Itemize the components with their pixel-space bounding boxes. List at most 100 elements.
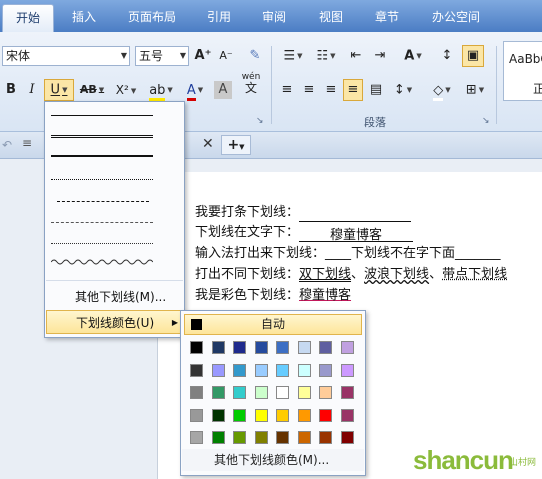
highlight-button[interactable]: ab ▼	[146, 79, 176, 101]
underline-color-item[interactable]: 下划线颜色(U) ▶	[46, 310, 183, 334]
sort-button[interactable]: ↕	[438, 45, 456, 67]
color-swatch[interactable]	[276, 431, 289, 444]
color-swatch[interactable]	[233, 341, 246, 354]
underline-option-dash-dot-dot[interactable]	[51, 236, 153, 252]
chevron-down-icon[interactable]: ▼	[99, 86, 104, 94]
superscript-button[interactable]: X² ▼	[110, 79, 142, 101]
doc-line-2[interactable]: 下划线在文字下： 穆童博客	[195, 224, 414, 243]
color-swatch[interactable]	[319, 431, 332, 444]
color-swatch[interactable]	[319, 363, 332, 377]
char-shading-button[interactable]: A	[214, 81, 232, 99]
color-swatch[interactable]	[276, 341, 289, 354]
color-swatch[interactable]	[233, 386, 246, 399]
color-swatch[interactable]	[340, 408, 354, 422]
doc-line-1[interactable]: 我要打条下划线：	[195, 204, 412, 222]
color-swatch[interactable]	[319, 386, 332, 399]
color-swatch[interactable]	[254, 386, 268, 399]
numbering-button[interactable]: ☷ ▼	[311, 45, 341, 67]
chevron-down-icon[interactable]: ▼	[180, 47, 186, 65]
bold-button[interactable]: B	[2, 79, 20, 101]
align-center-button[interactable]: ≡	[300, 79, 318, 101]
undo-icon[interactable]: ↶	[2, 138, 12, 152]
grow-font-button[interactable]: A⁺	[193, 45, 213, 67]
shading-button[interactable]: ◇ ▼	[427, 79, 457, 101]
color-swatch[interactable]	[254, 431, 268, 444]
automatic-color-button[interactable]: 自动	[184, 314, 362, 335]
chevron-down-icon[interactable]: ▼	[479, 86, 484, 94]
chevron-down-icon[interactable]: ▼	[198, 86, 203, 94]
color-swatch[interactable]	[211, 386, 225, 399]
color-swatch[interactable]	[340, 363, 354, 377]
increase-indent-button[interactable]: ⇥	[370, 45, 390, 67]
font-name-combo[interactable]: 宋体 ▼	[2, 46, 130, 66]
chevron-down-icon[interactable]: ▼	[330, 52, 335, 60]
strikethrough-button[interactable]: AB ▼	[78, 79, 106, 101]
new-tab-icon[interactable]: +▼	[221, 135, 251, 155]
color-swatch[interactable]	[211, 341, 225, 354]
underline-option-wavy[interactable]	[50, 256, 154, 266]
style-gallery[interactable]: AaBbC 正	[503, 41, 542, 101]
color-swatch[interactable]	[211, 363, 225, 377]
color-swatch[interactable]	[340, 341, 354, 354]
color-swatch[interactable]	[276, 363, 289, 377]
chevron-down-icon[interactable]: ▼	[167, 86, 172, 94]
clear-format-button[interactable]: ✎	[244, 45, 266, 67]
color-swatch[interactable]	[297, 363, 311, 377]
chevron-down-icon[interactable]: ▼	[445, 86, 450, 94]
chevron-down-icon[interactable]: ▼	[416, 52, 421, 60]
font-color-button[interactable]: A ▼	[180, 79, 210, 101]
color-swatch[interactable]	[319, 341, 332, 354]
tab-home[interactable]: 开始	[2, 4, 54, 32]
underline-option-single[interactable]	[51, 108, 153, 124]
tab-insert[interactable]: 插入	[64, 4, 104, 32]
paragraph-dialog-launcher-icon[interactable]: ↘	[482, 116, 490, 126]
doc-line-5[interactable]: 我是彩色下划线：穆童博客	[195, 287, 351, 305]
decrease-indent-button[interactable]: ⇤	[346, 45, 366, 67]
color-swatch[interactable]	[233, 431, 246, 444]
color-swatch[interactable]	[297, 408, 311, 422]
color-swatch[interactable]	[276, 408, 289, 422]
color-swatch[interactable]	[340, 386, 354, 399]
chevron-down-icon[interactable]: ▼	[131, 87, 136, 95]
align-left-button[interactable]: ≡	[278, 79, 296, 101]
font-size-combo[interactable]: 五号 ▼	[135, 46, 189, 66]
chevron-down-icon[interactable]: ▼	[121, 47, 127, 65]
color-swatch[interactable]	[340, 431, 354, 444]
color-swatch[interactable]	[254, 341, 268, 354]
color-swatch[interactable]	[254, 363, 268, 377]
more-underline-colors-item[interactable]: 其他下划线颜色(M)...	[182, 449, 364, 471]
bullets-button[interactable]: ☰ ▼	[278, 45, 308, 67]
color-swatch[interactable]	[190, 431, 203, 444]
phonetic-guide-button[interactable]: wén 文	[236, 72, 266, 94]
color-swatch[interactable]	[190, 408, 203, 422]
more-underlines-item[interactable]: 其他下划线(M)...	[46, 285, 183, 309]
chevron-down-icon[interactable]: ▼	[407, 86, 412, 94]
underline-option-dashed[interactable]	[51, 194, 153, 210]
line-spacing-button[interactable]: ↕ ▼	[389, 79, 417, 101]
font-dialog-launcher-icon[interactable]: ↘	[256, 116, 264, 126]
shrink-font-button[interactable]: A⁻	[216, 45, 236, 67]
underline-option-dotted[interactable]	[51, 172, 153, 188]
underline-button[interactable]: U ▼	[44, 79, 74, 101]
distributed-button[interactable]: ▤	[367, 79, 385, 101]
menu-icon[interactable]: ≡	[22, 136, 32, 150]
chevron-down-icon[interactable]: ▼	[297, 52, 302, 60]
borders-button[interactable]: ⊞ ▼	[460, 79, 490, 101]
align-right-button[interactable]: ≡	[322, 79, 340, 101]
color-swatch[interactable]	[233, 363, 246, 377]
close-icon[interactable]: ✕	[202, 136, 214, 152]
color-swatch[interactable]	[297, 431, 311, 444]
color-swatch[interactable]	[254, 408, 268, 422]
tab-office-space[interactable]: 办公空间	[424, 4, 488, 32]
tab-view[interactable]: 视图	[311, 4, 351, 32]
tab-page-layout[interactable]: 页面布局	[120, 4, 184, 32]
color-swatch[interactable]	[190, 386, 203, 399]
color-swatch[interactable]	[190, 363, 203, 377]
color-swatch[interactable]	[211, 431, 225, 444]
tab-references[interactable]: 引用	[199, 4, 239, 32]
color-swatch[interactable]	[276, 386, 289, 399]
underline-option-double[interactable]	[51, 128, 153, 144]
color-swatch[interactable]	[297, 341, 311, 354]
justify-button[interactable]: ≡	[343, 79, 363, 101]
underline-option-thick[interactable]	[51, 148, 153, 164]
